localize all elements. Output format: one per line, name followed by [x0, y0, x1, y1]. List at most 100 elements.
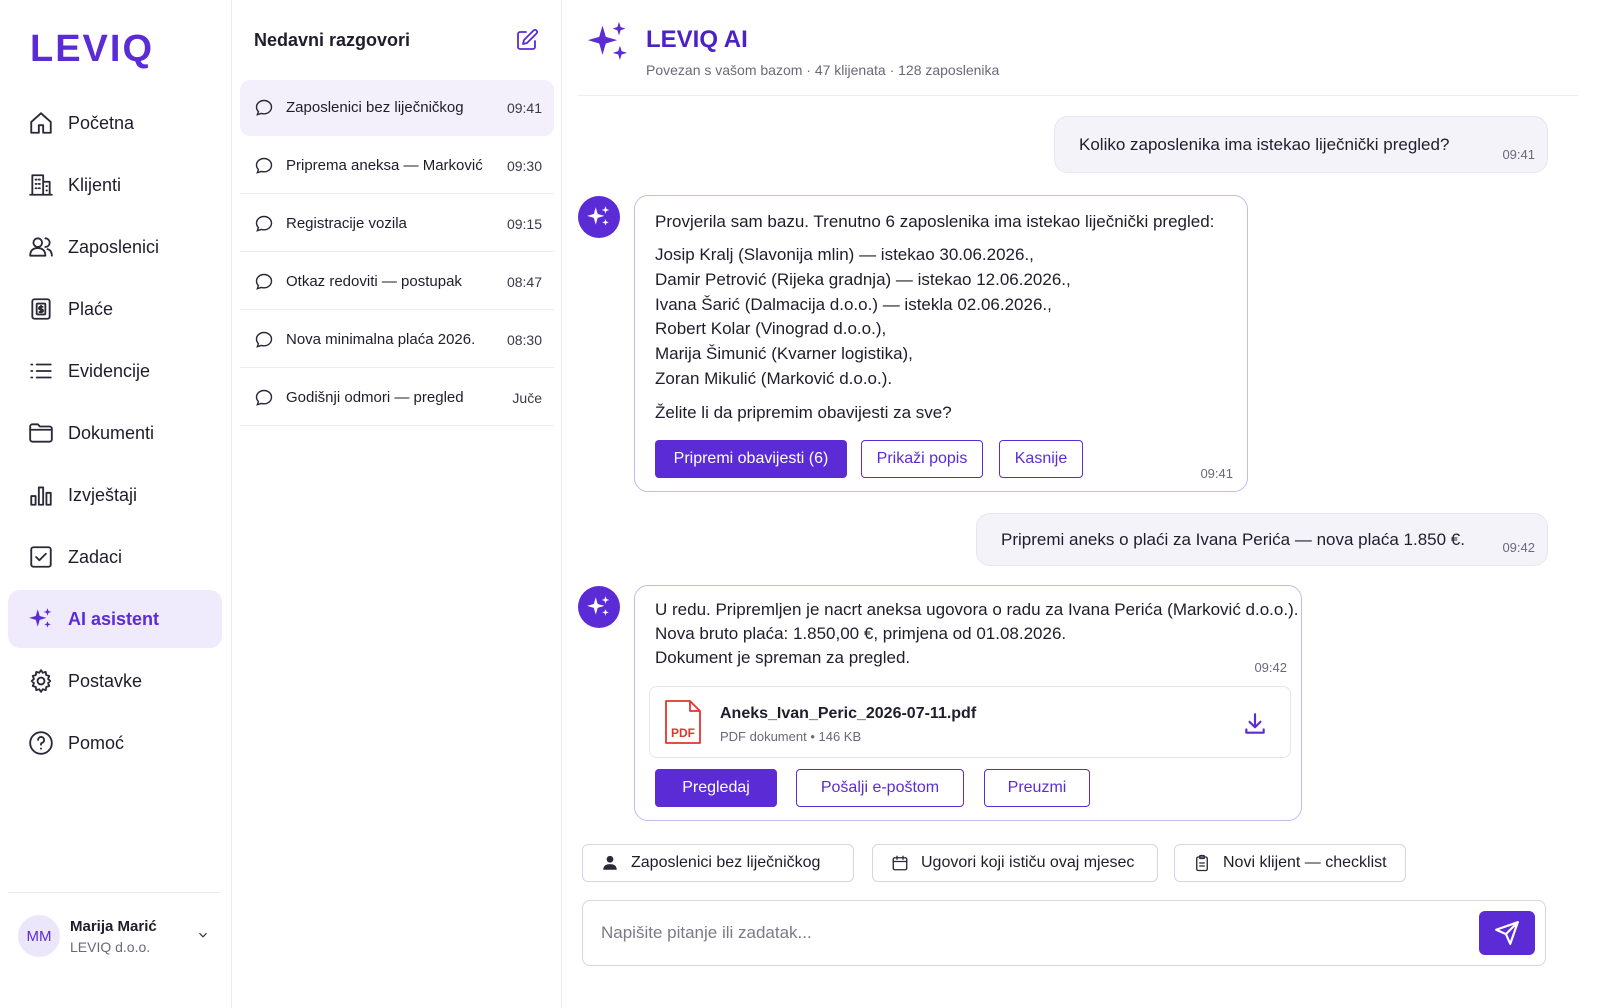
conversations-panel: Nedavni razgovori Zaposlenici bez liječn…	[232, 0, 562, 1008]
message-text: Koliko zaposlenika ima istekao liječničk…	[1079, 135, 1450, 154]
list-item: Damir Petrović (Rijeka gradnja) — isteka…	[655, 269, 1071, 289]
chat-subtitle: Povezan s vašom bazom · 47 klijenata · 1…	[646, 62, 1000, 78]
conversations-title: Nedavni razgovori	[254, 30, 411, 50]
sidebar-divider	[8, 892, 221, 893]
sidebar: LEVIQ Početna Klijenti Zaposlenici Plaće…	[0, 0, 232, 1008]
message-time: 09:41	[1502, 147, 1535, 162]
file-attachment[interactable]: PDF Aneks_Ivan_Peric_2026-07-11.pdf PDF …	[649, 686, 1291, 758]
send-icon	[1495, 921, 1519, 945]
new-conversation-button[interactable]	[515, 28, 541, 54]
suggestion-chip[interactable]: Ugovori koji ističu ovaj mjesec	[872, 844, 1158, 882]
conversation-item[interactable]: Godišnji odmori — pregled Juče	[240, 370, 554, 426]
header-divider	[578, 95, 1578, 96]
sidebar-item-postavke[interactable]: Postavke	[8, 652, 222, 710]
list-icon	[30, 363, 52, 379]
logo: LEVIQ	[30, 28, 155, 70]
home-icon	[30, 112, 52, 134]
user-name: Marija Marić	[70, 917, 157, 935]
suggestion-chip[interactable]: Zaposlenici bez liječničkog	[582, 844, 854, 882]
send-button[interactable]	[1479, 911, 1535, 955]
preview-button[interactable]: Pregledaj	[655, 769, 777, 807]
list-item: Marija Šimunić (Kvarner logistika),	[655, 344, 913, 364]
conversation-item[interactable]: Priprema aneksa — Marković 09:30	[240, 138, 554, 194]
ai-avatar	[578, 586, 620, 628]
pdf-file-icon: PDF	[665, 700, 701, 744]
conversation-item[interactable]: Nova minimalna plaća 2026. 08:30	[240, 312, 554, 368]
sparkle-icon	[587, 206, 610, 226]
message-text: U redu. Pripremljen je nacrt aneksa ugov…	[655, 598, 1298, 670]
chat-heading: LEVIQ AI Povezan s vašom bazom · 47 klij…	[646, 20, 999, 78]
chevron-down-icon	[199, 932, 207, 938]
conversation-label: Zaposlenici bez liječničkog	[286, 99, 464, 116]
message-input[interactable]	[601, 919, 1461, 947]
list-item: Zoran Mikulić (Marković d.o.o.).	[655, 368, 893, 388]
message-time: 09:42	[1254, 660, 1287, 675]
message-line: Dokument je spreman za pregled.	[655, 648, 911, 667]
clipboard-icon	[1196, 854, 1208, 872]
show-list-button[interactable]: Prikaži popis	[861, 440, 983, 478]
message-line: Nova bruto plaća: 1.850,00 €, primjena o…	[655, 624, 1067, 643]
sidebar-item-evidencije[interactable]: Evidencije	[8, 342, 222, 400]
download-icon	[1245, 713, 1265, 734]
sidebar-item-zadaci[interactable]: Zadaci	[8, 528, 222, 586]
sidebar-item-label: Pomoć	[68, 732, 125, 753]
conversation-time: 09:30	[506, 157, 542, 174]
pdf-badge-text: PDF	[671, 726, 695, 740]
app-window: LEVIQ Početna Klijenti Zaposlenici Plaće…	[0, 0, 1600, 1008]
sidebar-nav: Početna Klijenti Zaposlenici Plaće Evide…	[8, 94, 222, 776]
sidebar-item-pomoc[interactable]: Pomoć	[8, 714, 222, 772]
ai-message: Provjerila sam bazu. Trenutno 6 zaposlen…	[634, 195, 1248, 492]
conversation-item[interactable]: Otkaz redoviti — postupak 08:47	[240, 254, 554, 310]
user-info: Marija Marić LEVIQ d.o.o.	[70, 918, 157, 955]
sidebar-item-label: Plaće	[68, 298, 114, 319]
sidebar-item-klijenti[interactable]: Klijenti	[8, 156, 222, 214]
conversation-list: Zaposlenici bez liječničkog 09:41 Pripre…	[240, 80, 554, 428]
conversation-item[interactable]: Zaposlenici bez liječničkog 09:41	[240, 80, 554, 136]
sparkle-icon	[587, 21, 628, 60]
user-icon	[603, 855, 617, 870]
chat-panel: LEVIQ AI Povezan s vašom bazom · 47 klij…	[562, 0, 1600, 1008]
avatar: MM	[18, 915, 60, 957]
conversation-label: Registracije vozila	[286, 215, 407, 232]
sidebar-item-label: Izvještaji	[68, 484, 138, 505]
expired-employee-list: Josip Kralj (Slavonija mlin) — istekao 3…	[655, 243, 1071, 392]
ai-avatar	[578, 196, 620, 238]
later-button[interactable]: Kasnije	[999, 440, 1083, 478]
file-meta: PDF dokument • 146 KB	[720, 729, 862, 744]
users-icon	[29, 237, 53, 257]
suggestion-chip[interactable]: Novi klijent — checklist	[1174, 844, 1406, 882]
chat-header: LEVIQ AI Povezan s vašom bazom · 47 klij…	[586, 20, 999, 78]
sidebar-item-label: Zaposlenici	[68, 236, 160, 257]
user-menu[interactable]: MM Marija Marić LEVIQ d.o.o.	[18, 912, 218, 960]
sidebar-item-label: Dokumenti	[68, 422, 155, 443]
message-time: 09:41	[1200, 466, 1233, 481]
send-email-button[interactable]: Pošalji e-poštom	[796, 769, 964, 807]
file-name: Aneks_Ivan_Peric_2026-07-11.pdf	[720, 705, 977, 722]
sidebar-item-place[interactable]: Plaće	[8, 280, 222, 338]
conversation-label: Priprema aneksa — Marković	[286, 157, 483, 174]
suggestion-label: Ugovori koji ističu ovaj mjesec	[921, 854, 1135, 871]
conversation-item[interactable]: Registracije vozila 09:15	[240, 196, 554, 252]
sidebar-item-label: Početna	[68, 112, 135, 133]
conversation-time: 09:41	[506, 99, 542, 116]
help-icon	[29, 731, 53, 755]
sidebar-item-label: AI asistent	[68, 608, 160, 629]
message-intro: Provjerila sam bazu. Trenutno 6 zaposlen…	[655, 212, 1215, 231]
ai-message: U redu. Pripremljen je nacrt aneksa ugov…	[634, 585, 1302, 821]
building-icon	[29, 174, 53, 196]
sidebar-item-pocetna[interactable]: Početna	[8, 94, 222, 152]
chat-bubble-icon	[255, 215, 273, 232]
sidebar-item-dokumenti[interactable]: Dokumenti	[8, 404, 222, 462]
conversation-time: 08:47	[506, 273, 542, 290]
message-composer	[582, 900, 1546, 966]
gear-icon	[30, 669, 52, 693]
sidebar-item-izvjestaji[interactable]: Izvještaji	[8, 466, 222, 524]
download-file-button[interactable]: Preuzmi	[984, 769, 1090, 807]
sidebar-item-zaposlenici[interactable]: Zaposlenici	[8, 218, 222, 276]
conversation-time: 09:15	[506, 215, 542, 232]
prepare-notifications-button[interactable]: Pripremi obavijesti (6)	[655, 440, 847, 478]
checkbox-icon	[30, 546, 52, 568]
download-button[interactable]	[1242, 711, 1268, 737]
sidebar-item-ai-asistent[interactable]: AI asistent	[8, 590, 222, 648]
conversation-label: Otkaz redoviti — postupak	[286, 273, 462, 290]
